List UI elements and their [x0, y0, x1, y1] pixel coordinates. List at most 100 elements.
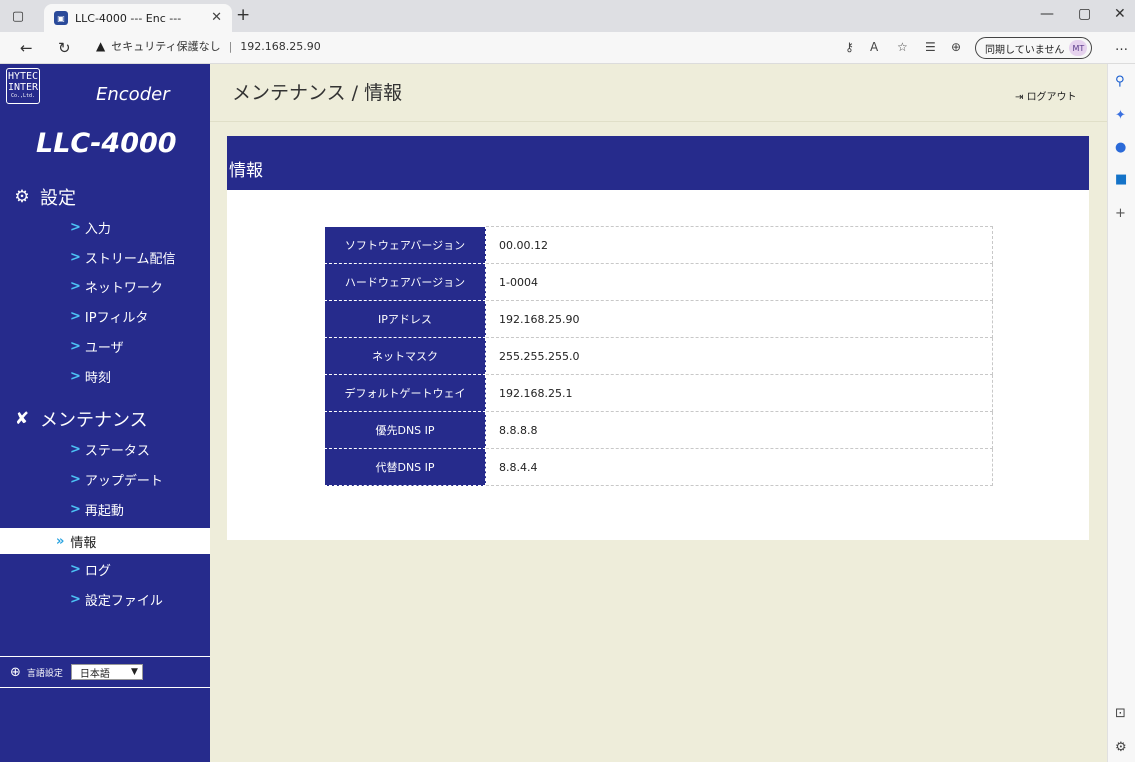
- sidebar-item-reboot[interactable]: > 再起動: [70, 500, 124, 519]
- sidebar-item-ip-filter[interactable]: > IPフィルタ: [70, 307, 148, 326]
- info-key: ソフトウェアバージョン: [324, 226, 486, 264]
- sidebar-item-config-file[interactable]: > 設定ファイル: [70, 590, 163, 609]
- sync-button[interactable]: 同期していません MT: [975, 37, 1093, 59]
- sidebar-item-time[interactable]: > 時刻: [70, 367, 111, 386]
- hide-sidebar-icon[interactable]: ⊡: [1115, 706, 1126, 721]
- chevron-right-icon: >: [70, 472, 81, 487]
- info-key: ハードウェアバージョン: [324, 263, 486, 301]
- chevron-right-icon: >: [70, 279, 81, 294]
- sidebar-item-label: アップデート: [84, 474, 163, 489]
- sidebar-item-label: ユーザ: [84, 341, 124, 356]
- section-maintenance: ✘ メンテナンス: [12, 406, 148, 432]
- info-key: 代替DNS IP: [324, 448, 486, 486]
- chevron-right-icon: >: [70, 442, 81, 457]
- info-value: 192.168.25.90: [485, 300, 993, 338]
- chevron-right-icon: >: [70, 562, 81, 577]
- sidebar-item-label: 情報: [70, 535, 97, 551]
- sync-label: 同期していません: [985, 44, 1065, 56]
- sidebar-item-stream[interactable]: > ストリーム配信: [70, 248, 176, 267]
- language-select[interactable]: 日本語 ▼: [70, 664, 143, 680]
- brand-label: Encoder: [96, 84, 170, 105]
- maximize-icon[interactable]: ▢: [1078, 6, 1091, 22]
- panel-title: 情報: [227, 136, 1089, 190]
- sidebar-item-network[interactable]: > ネットワーク: [70, 277, 163, 296]
- key-icon[interactable]: ⚷: [845, 40, 854, 54]
- browser-tab-bar: ▢ ▣ LLC-4000 --- Enc --- ✕ + — ▢ ✕: [0, 0, 1135, 32]
- sidebar-item-status[interactable]: > ステータス: [70, 440, 150, 459]
- model-name: LLC-4000: [36, 128, 177, 159]
- info-value: 00.00.12: [485, 226, 993, 264]
- table-row: ハードウェアバージョン 1-0004: [324, 263, 993, 301]
- gear-icon: ⚙: [14, 187, 30, 207]
- settings-icon[interactable]: ⚙: [1115, 740, 1127, 755]
- sidebar-item-update[interactable]: > アップデート: [70, 470, 163, 489]
- warning-icon: ▲: [96, 39, 106, 53]
- logo-line-1: HYTEC: [7, 71, 39, 82]
- table-row: 優先DNS IP 8.8.8.8: [324, 411, 993, 449]
- sidebar-item-log[interactable]: > ログ: [70, 560, 111, 579]
- info-value: 8.8.8.8: [485, 411, 993, 449]
- refresh-icon[interactable]: ↻: [58, 39, 71, 57]
- collections-icon[interactable]: ⊕: [951, 40, 961, 54]
- table-row: 代替DNS IP 8.8.4.4: [324, 448, 993, 486]
- chevron-right-icon: >: [70, 592, 81, 607]
- info-value: 192.168.25.1: [485, 374, 993, 412]
- security-label: セキュリティ保護なし: [111, 40, 221, 53]
- site-favicon-icon: ▣: [54, 11, 68, 25]
- sidebar-item-label: IPフィルタ: [84, 311, 149, 326]
- tab-title: LLC-4000 --- Enc ---: [75, 11, 182, 25]
- chevron-right-icon: >: [70, 369, 81, 384]
- outlook-icon[interactable]: ■: [1115, 172, 1127, 187]
- info-value: 1-0004: [485, 263, 993, 301]
- menu-dots-icon[interactable]: …: [1115, 39, 1128, 54]
- chevron-right-icon: >: [70, 309, 81, 324]
- chevron-right-icon: >: [70, 339, 81, 354]
- sidebar: HYTEC INTER Co.,Ltd. Encoder LLC-4000 ⚙ …: [0, 64, 210, 762]
- sidebar-item-label: 入力: [84, 222, 111, 237]
- logout-button[interactable]: ⇥ ログアウト: [1015, 88, 1077, 103]
- chevron-right-icon: >: [70, 502, 81, 517]
- sidebar-item-input[interactable]: > 入力: [70, 218, 111, 237]
- tools-icon: ✘: [14, 409, 30, 429]
- copilot-icon[interactable]: ✦: [1115, 108, 1126, 123]
- profile-avatar: MT: [1069, 40, 1088, 56]
- favorites-icon[interactable]: ☰: [925, 40, 936, 54]
- info-value: 8.8.4.4: [485, 448, 993, 486]
- sidebar-item-label: ステータス: [84, 444, 150, 459]
- window-close-icon[interactable]: ✕: [1114, 6, 1126, 22]
- logo-line-3: Co.,Ltd.: [10, 93, 36, 99]
- tab-actions-icon[interactable]: ▢: [0, 0, 36, 32]
- back-icon[interactable]: ←: [20, 39, 33, 57]
- table-row: デフォルトゲートウェイ 192.168.25.1: [324, 374, 993, 412]
- sidebar-item-user[interactable]: > ユーザ: [70, 337, 124, 356]
- info-value: 255.255.255.0: [485, 337, 993, 375]
- company-logo: HYTEC INTER Co.,Ltd.: [6, 68, 40, 104]
- logout-label: ログアウト: [1026, 92, 1077, 103]
- info-table: ソフトウェアバージョン 00.00.12 ハードウェアバージョン 1-0004 IP…: [324, 226, 993, 486]
- url-text: 192.168.25.90: [240, 39, 321, 53]
- new-tab-icon[interactable]: +: [236, 5, 250, 25]
- sidebar-item-label: ログ: [84, 564, 111, 579]
- tab-close-icon[interactable]: ✕: [211, 10, 222, 25]
- favorite-add-icon[interactable]: ☆: [897, 40, 908, 54]
- sidebar-item-info[interactable]: » 情報: [0, 528, 210, 554]
- read-aloud-icon[interactable]: A: [870, 40, 878, 54]
- sidebar-item-label: 設定ファイル: [84, 594, 163, 609]
- minimize-icon[interactable]: —: [1040, 6, 1054, 22]
- add-extension-icon[interactable]: +: [1115, 206, 1126, 221]
- double-chevron-right-icon: »: [56, 533, 65, 549]
- sidebar-item-label: 再起動: [84, 504, 124, 519]
- url-field[interactable]: ▲ セキュリティ保護なし | 192.168.25.90: [96, 38, 321, 54]
- browser-tab[interactable]: ▣ LLC-4000 --- Enc --- ✕: [44, 4, 232, 32]
- office-icon[interactable]: ●: [1115, 140, 1126, 155]
- search-icon[interactable]: ⚲: [1115, 74, 1125, 89]
- sidebar-item-label: ネットワーク: [84, 281, 163, 296]
- chevron-right-icon: >: [70, 220, 81, 235]
- browser-side-panel: ⚲ ✦ ● ■ + ⊡ ⚙: [1107, 64, 1135, 762]
- address-bar: ← ↻ ▲ セキュリティ保護なし | 192.168.25.90 ⚷ A ☆ ☰…: [0, 32, 1135, 64]
- section-settings: ⚙ 設定: [12, 184, 76, 210]
- chevron-down-icon: ▼: [131, 667, 138, 677]
- url-separator: |: [228, 39, 233, 53]
- info-key: IPアドレス: [324, 300, 486, 338]
- chevron-right-icon: >: [70, 250, 81, 265]
